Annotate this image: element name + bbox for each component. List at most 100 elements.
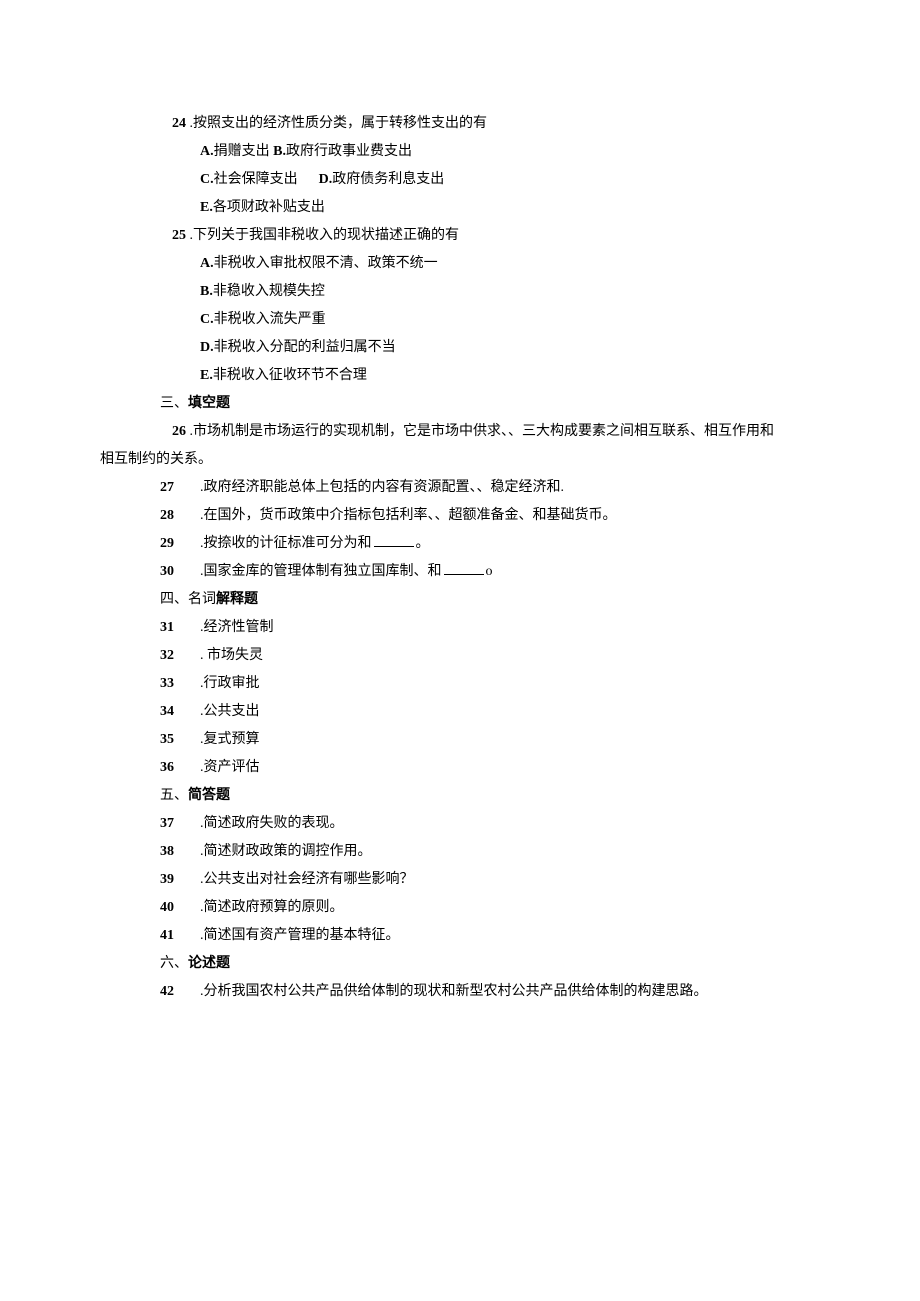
- question-number: 30: [160, 558, 186, 586]
- question-number: 31: [160, 614, 186, 642]
- option-e-text: 各项财政补贴支出: [213, 200, 325, 215]
- question-number: 24: [160, 110, 186, 138]
- question-text: .市场机制是市场运行的实现机制，它是市场中供求、、三大构成要素之间相互联系、相互…: [186, 424, 774, 439]
- section-prefix: 五、: [160, 788, 188, 803]
- question-28: 28 .在国外，货币政策中介指标包括利率、、超额准备金、和基础货币。: [100, 502, 820, 530]
- option-b-text: 政府行政事业费支出: [286, 144, 412, 159]
- option-c-text: 非税收入流失严重: [214, 312, 326, 327]
- option-c-label: C.: [200, 312, 214, 327]
- question-number: 35: [160, 726, 186, 754]
- question-text: .公共支出: [200, 704, 260, 719]
- question-number: 27: [160, 474, 186, 502]
- question-text: .分析我国农村公共产品供给体制的现状和新型农村公共产品供给体制的构建思路。: [200, 984, 708, 999]
- question-text-b: 。: [416, 536, 430, 551]
- question-text: .经济性管制: [200, 620, 274, 635]
- question-text: .公共支出对社会经济有哪些影响？: [200, 872, 414, 887]
- question-number: 29: [160, 530, 186, 558]
- question-text: .行政审批: [200, 676, 260, 691]
- option-row: A.非税收入审批权限不清、政策不统一: [100, 250, 820, 278]
- option-c-text: 社会保障支出: [214, 172, 298, 187]
- question-39: 39 .公共支出对社会经济有哪些影响？: [100, 866, 820, 894]
- option-row: C.社会保障支出 D.政府债务利息支出: [100, 166, 820, 194]
- question-38: 38 .简述财政政策的调控作用。: [100, 838, 820, 866]
- question-31: 31 .经济性管制: [100, 614, 820, 642]
- question-40: 40 .简述政府预算的原则。: [100, 894, 820, 922]
- option-a-text: 非税收入审批权限不清、政策不统一: [214, 256, 438, 271]
- question-text: . 市场失灵: [200, 648, 263, 663]
- section-6-title: 六、论述题: [100, 950, 820, 978]
- question-text: .按照支出的经济性质分类，属于转移性支出的有: [186, 116, 487, 131]
- question-text-a: .按捺收的计征标准可分为和: [200, 536, 372, 551]
- question-text: .简述国有资产管理的基本特征。: [200, 928, 400, 943]
- question-35: 35 .复式预算: [100, 726, 820, 754]
- section-3-title: 三、填空题: [100, 390, 820, 418]
- question-number: 26: [160, 418, 186, 446]
- question-text: .简述政府预算的原则。: [200, 900, 344, 915]
- question-number: 42: [160, 978, 186, 1006]
- question-42: 42 .分析我国农村公共产品供给体制的现状和新型农村公共产品供给体制的构建思路。: [100, 978, 820, 1006]
- question-number: 32: [160, 642, 186, 670]
- question-text: .在国外，货币政策中介指标包括利率、、超额准备金、和基础货币。: [200, 508, 617, 523]
- question-cont-text: 相互制约的关系。: [100, 452, 212, 467]
- question-number: 33: [160, 670, 186, 698]
- option-e-label: E.: [200, 368, 213, 383]
- question-number: 41: [160, 922, 186, 950]
- question-27: 27 .政府经济职能总体上包括的内容有资源配置、、稳定经济和.: [100, 474, 820, 502]
- section-prefix: 四、名词: [160, 592, 216, 607]
- question-text: .简述政府失败的表现。: [200, 816, 344, 831]
- section-prefix: 六、: [160, 956, 188, 971]
- section-prefix: 三、: [160, 396, 188, 411]
- option-d-label: D.: [200, 340, 214, 355]
- option-row: B.非稳收入规模失控: [100, 278, 820, 306]
- question-text-a: .国家金库的管理体制有独立国库制、和: [200, 564, 442, 579]
- question-26-continuation: 相互制约的关系。: [100, 446, 820, 474]
- question-number: 40: [160, 894, 186, 922]
- option-b-text: 非稳收入规模失控: [213, 284, 325, 299]
- option-b-label: B.: [273, 144, 286, 159]
- question-text: .政府经济职能总体上包括的内容有资源配置、、稳定经济和.: [200, 480, 564, 495]
- question-number: 25: [160, 222, 186, 250]
- section-bold: 简答题: [188, 788, 230, 803]
- question-36: 36 .资产评估: [100, 754, 820, 782]
- question-34: 34 .公共支出: [100, 698, 820, 726]
- question-number: 34: [160, 698, 186, 726]
- question-text-b: o: [486, 564, 493, 579]
- section-bold: 填空题: [188, 396, 230, 411]
- section-5-title: 五、简答题: [100, 782, 820, 810]
- option-row: C.非税收入流失严重: [100, 306, 820, 334]
- question-41: 41 .简述国有资产管理的基本特征。: [100, 922, 820, 950]
- option-b-label: B.: [200, 284, 213, 299]
- question-text: .下列关于我国非税收入的现状描述正确的有: [186, 228, 459, 243]
- question-number: 37: [160, 810, 186, 838]
- option-a-label: A.: [200, 256, 214, 271]
- option-d-text: 政府债务利息支出: [332, 172, 444, 187]
- option-row: E.非税收入征收环节不合理: [100, 362, 820, 390]
- option-row: E.各项财政补贴支出: [100, 194, 820, 222]
- fill-blank: [444, 561, 484, 575]
- question-29: 29 .按捺收的计征标准可分为和 。: [100, 530, 820, 558]
- fill-blank: [374, 533, 414, 547]
- option-e-label: E.: [200, 200, 213, 215]
- question-number: 38: [160, 838, 186, 866]
- option-c-label: C.: [200, 172, 214, 187]
- question-number: 39: [160, 866, 186, 894]
- question-number: 36: [160, 754, 186, 782]
- option-d-label: D.: [319, 172, 333, 187]
- question-26: 26 .市场机制是市场运行的实现机制，它是市场中供求、、三大构成要素之间相互联系…: [100, 418, 820, 446]
- section-4-title: 四、名词解释题: [100, 586, 820, 614]
- question-33: 33 .行政审批: [100, 670, 820, 698]
- option-a-text: 捐赠支出: [214, 144, 274, 159]
- question-text: .简述财政政策的调控作用。: [200, 844, 372, 859]
- question-text: .资产评估: [200, 760, 260, 775]
- option-a-label: A.: [200, 144, 214, 159]
- question-37: 37 .简述政府失败的表现。: [100, 810, 820, 838]
- question-25: 25 .下列关于我国非税收入的现状描述正确的有: [100, 222, 820, 250]
- section-bold: 论述题: [188, 956, 230, 971]
- question-30: 30 .国家金库的管理体制有独立国库制、和 o: [100, 558, 820, 586]
- question-number: 28: [160, 502, 186, 530]
- question-24: 24 .按照支出的经济性质分类，属于转移性支出的有: [100, 110, 820, 138]
- question-text: .复式预算: [200, 732, 260, 747]
- option-row: D.非税收入分配的利益归属不当: [100, 334, 820, 362]
- option-d-text: 非税收入分配的利益归属不当: [214, 340, 396, 355]
- option-row: A.捐赠支出 B.政府行政事业费支出: [100, 138, 820, 166]
